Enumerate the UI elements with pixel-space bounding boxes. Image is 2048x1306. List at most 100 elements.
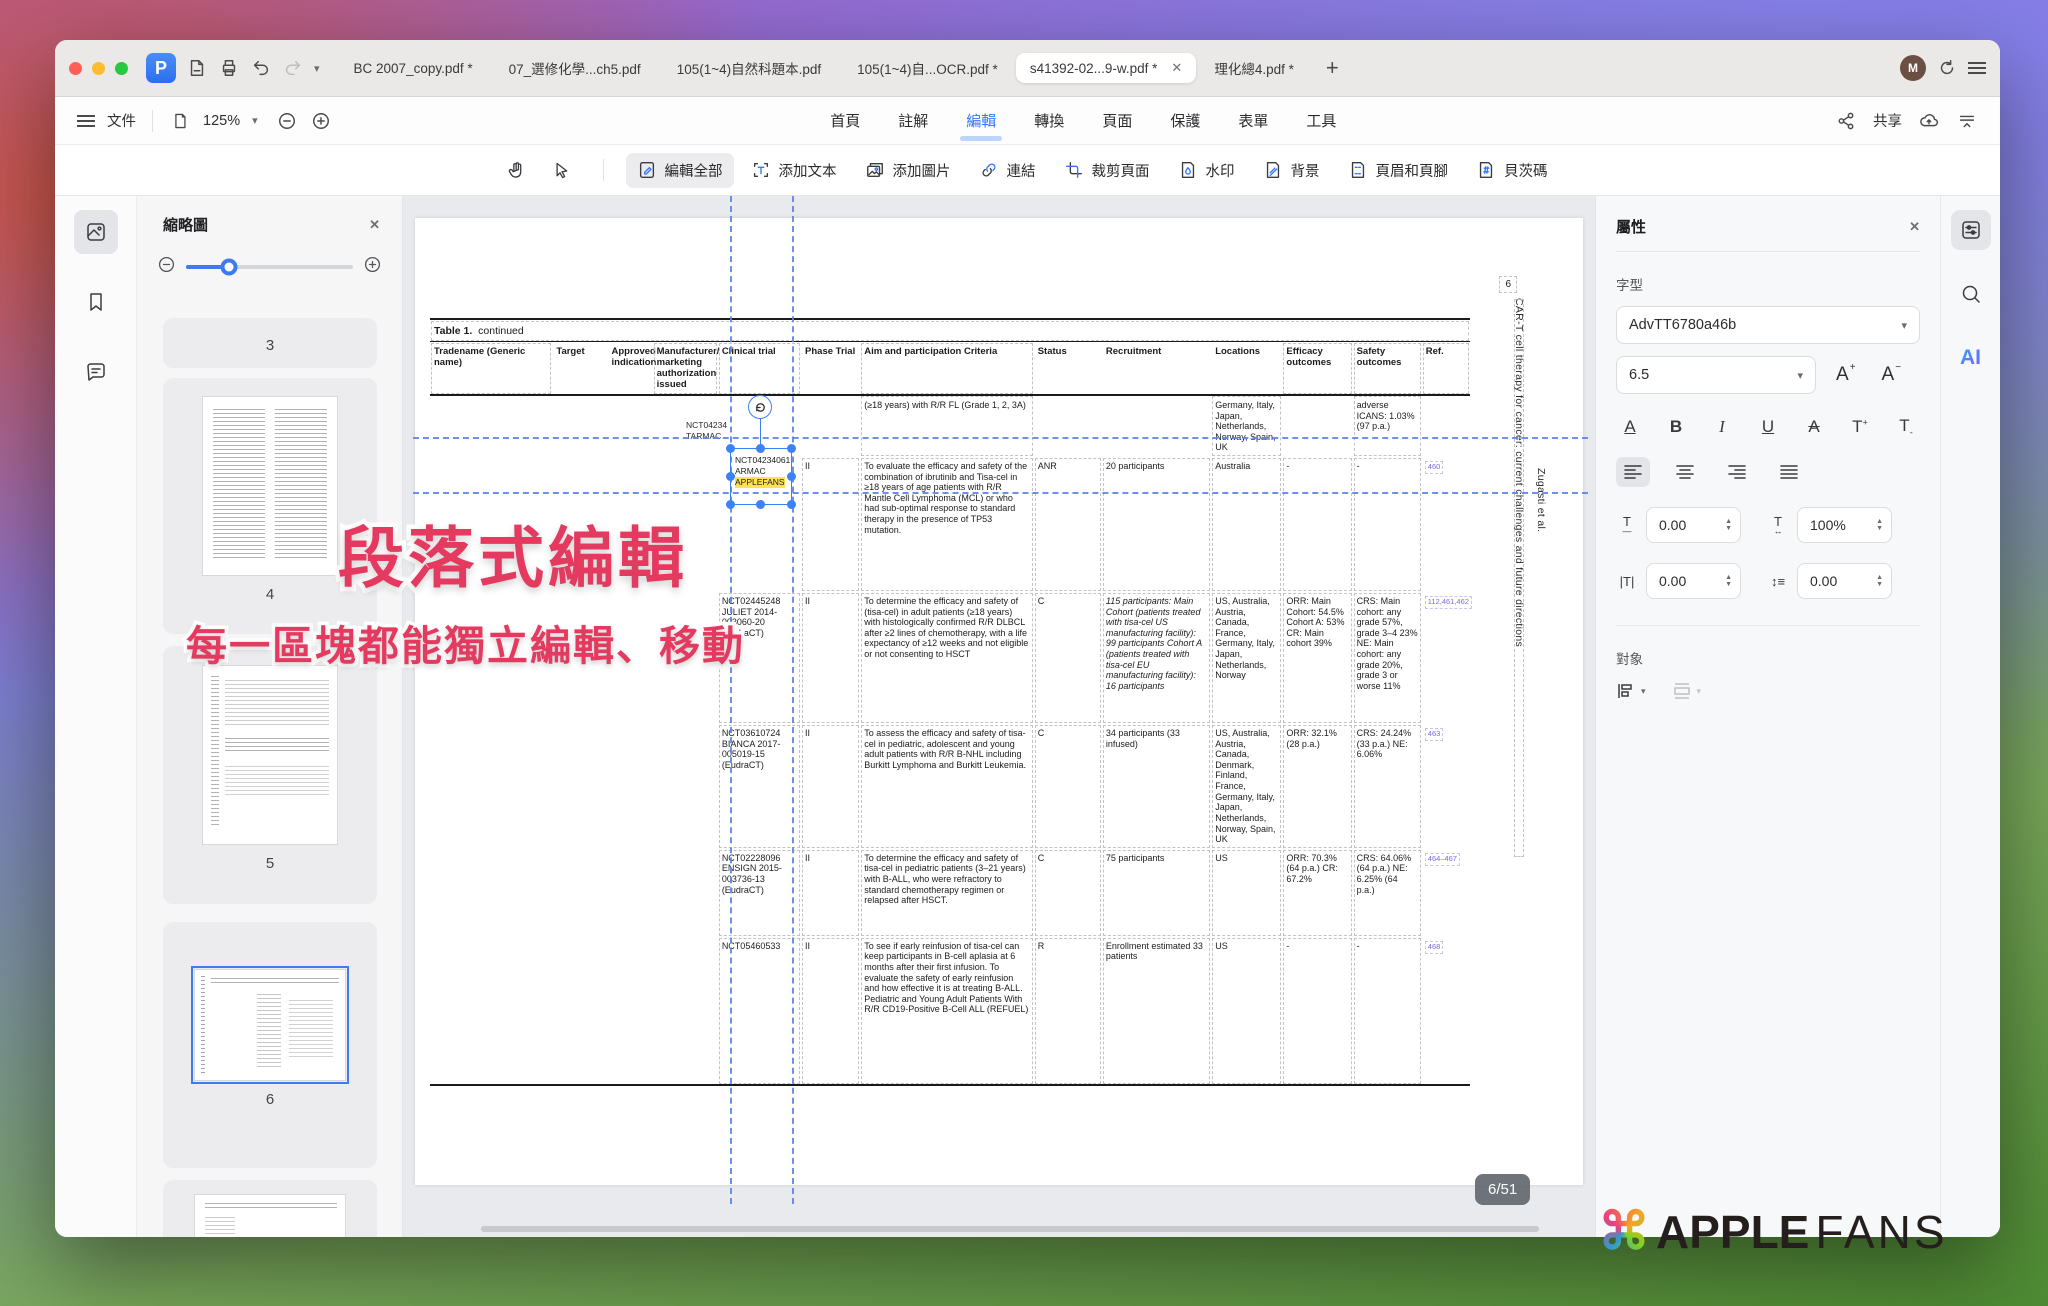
align-center-button[interactable] bbox=[1668, 457, 1702, 487]
watermark-button[interactable]: 水印 bbox=[1167, 153, 1246, 188]
background-button[interactable]: 背景 bbox=[1252, 153, 1331, 188]
tab-close-icon[interactable]: ✕ bbox=[1171, 60, 1182, 76]
share-icon[interactable] bbox=[1835, 110, 1857, 132]
horizontal-scale-input[interactable]: 100% ▲▼ bbox=[1797, 507, 1892, 543]
close-panel-icon[interactable]: ✕ bbox=[369, 217, 380, 233]
tab-document-1[interactable]: BC 2007_copy.pdf * bbox=[336, 53, 491, 84]
search-icon[interactable] bbox=[1951, 274, 1991, 314]
thumbnail-page-6[interactable]: 6 bbox=[163, 922, 377, 1168]
cloud-upload-icon[interactable] bbox=[1918, 110, 1940, 132]
tab-document-2[interactable]: 07_選修化學...ch5.pdf bbox=[491, 50, 659, 86]
crop-page-button[interactable]: 裁剪頁面 bbox=[1053, 153, 1161, 188]
properties-strip-icon[interactable] bbox=[1951, 210, 1991, 250]
selection-handle-w[interactable] bbox=[726, 472, 735, 481]
document-viewport[interactable]: 6 Table 1. continued bbox=[403, 196, 1595, 1237]
selection-handle-sw[interactable] bbox=[726, 500, 735, 509]
file-menu-label[interactable]: 文件 bbox=[107, 110, 136, 131]
select-tool-icon[interactable] bbox=[542, 153, 581, 188]
thumbnail-page-7[interactable] bbox=[163, 1180, 377, 1237]
selection-handle-e[interactable] bbox=[787, 472, 796, 481]
close-window-button[interactable] bbox=[69, 62, 82, 75]
tab-document-6[interactable]: 理化總4.pdf * bbox=[1196, 50, 1312, 86]
share-label[interactable]: 共享 bbox=[1873, 110, 1902, 131]
slider-knob[interactable] bbox=[221, 259, 238, 276]
zoom-out-icon[interactable] bbox=[276, 110, 298, 132]
file-menu-icon[interactable] bbox=[77, 115, 95, 127]
thumbnail-zoom-slider[interactable] bbox=[186, 265, 353, 269]
line-spacing-input[interactable]: 0.00 ▲▼ bbox=[1797, 563, 1892, 599]
table-row[interactable]: (≥18 years) with R/R FL (Grade 1, 2, 3A)… bbox=[430, 395, 1470, 457]
history-caret-icon[interactable]: ▾ bbox=[314, 62, 320, 75]
menu-convert[interactable]: 轉換 bbox=[1032, 104, 1066, 137]
word-spacing-input[interactable]: 0.00 ▲▼ bbox=[1646, 563, 1741, 599]
bold-button[interactable]: B bbox=[1664, 417, 1688, 437]
edit-all-button[interactable]: 編輯全部 bbox=[626, 153, 734, 188]
selection-handle-n[interactable] bbox=[756, 444, 765, 453]
thumb-zoom-out-icon[interactable] bbox=[157, 255, 176, 279]
menu-protect[interactable]: 保護 bbox=[1168, 104, 1202, 137]
horizontal-scrollbar[interactable] bbox=[481, 1226, 1539, 1232]
page-fit-icon[interactable] bbox=[169, 110, 191, 132]
annotations-panel-icon[interactable] bbox=[74, 350, 118, 394]
zoom-window-button[interactable] bbox=[115, 62, 128, 75]
table-row[interactable]: NCT05460533 II To see if early reinfusio… bbox=[430, 937, 1470, 1085]
menu-home[interactable]: 首頁 bbox=[828, 104, 862, 137]
add-image-button[interactable]: 添加圖片 bbox=[854, 153, 962, 188]
thumbnail-page-5[interactable]: 5 bbox=[163, 646, 377, 904]
align-justify-button[interactable] bbox=[1772, 457, 1806, 487]
thumbnails-panel-icon[interactable] bbox=[74, 210, 118, 254]
stepper-icon[interactable]: ▲▼ bbox=[1876, 574, 1883, 589]
thumbnail-page-3[interactable]: 3 bbox=[163, 318, 377, 368]
menu-form[interactable]: 表單 bbox=[1236, 104, 1270, 137]
main-menu-icon[interactable] bbox=[1968, 62, 1986, 74]
object-align-dropdown[interactable]: ▾ bbox=[1616, 682, 1646, 700]
decrease-font-size-button[interactable]: A− bbox=[1876, 364, 1908, 386]
zoom-level-value[interactable]: 125% bbox=[203, 113, 240, 129]
menu-edit[interactable]: 編輯 bbox=[964, 104, 998, 137]
stepper-icon[interactable]: ▲▼ bbox=[1725, 518, 1732, 533]
bates-number-button[interactable]: 貝茨碼 bbox=[1465, 153, 1559, 188]
save-icon[interactable] bbox=[186, 57, 208, 79]
close-properties-icon[interactable]: ✕ bbox=[1909, 219, 1920, 235]
collapse-toolbar-icon[interactable] bbox=[1956, 110, 1978, 132]
tab-document-active[interactable]: s41392-02...9-w.pdf * ✕ bbox=[1016, 53, 1197, 83]
minimize-window-button[interactable] bbox=[92, 62, 105, 75]
selection-handle-s[interactable] bbox=[756, 500, 765, 509]
new-tab-button[interactable]: + bbox=[1312, 55, 1353, 81]
thumb-zoom-in-icon[interactable] bbox=[363, 255, 382, 279]
menu-tools[interactable]: 工具 bbox=[1304, 104, 1338, 137]
align-left-button[interactable] bbox=[1616, 457, 1650, 487]
sync-icon[interactable] bbox=[1936, 57, 1958, 79]
table-row[interactable]: NCT02228096 ENSIGN 2015-003736-13 (Eudra… bbox=[430, 849, 1470, 937]
print-icon[interactable] bbox=[218, 57, 240, 79]
char-spacing-input[interactable]: 0.00 ▲▼ bbox=[1646, 507, 1741, 543]
tab-document-4[interactable]: 105(1~4)自...OCR.pdf * bbox=[839, 50, 1016, 86]
selected-text-block[interactable]: NCT04234061 ARMAC APPLEFANS bbox=[730, 448, 792, 505]
rotate-handle[interactable] bbox=[748, 395, 772, 419]
table-title[interactable]: Table 1. continued bbox=[430, 320, 1470, 342]
text-color-button[interactable]: A bbox=[1618, 417, 1642, 437]
menu-page[interactable]: 頁面 bbox=[1100, 104, 1134, 137]
article-running-title[interactable]: CAR-T cell therapy for cancer: current c… bbox=[1513, 298, 1525, 858]
stepper-icon[interactable]: ▲▼ bbox=[1725, 574, 1732, 589]
selection-handle-se[interactable] bbox=[787, 500, 796, 509]
italic-button[interactable]: I bbox=[1710, 417, 1734, 437]
increase-font-size-button[interactable]: A+ bbox=[1830, 364, 1862, 386]
header-footer-button[interactable]: 頁眉和頁腳 bbox=[1337, 153, 1460, 188]
article-authors[interactable]: Zugasti et al. bbox=[1535, 468, 1547, 588]
strikethrough-button[interactable]: A bbox=[1802, 417, 1826, 437]
redo-icon[interactable] bbox=[282, 57, 304, 79]
account-avatar[interactable]: M bbox=[1900, 55, 1926, 81]
zoom-in-icon[interactable] bbox=[310, 110, 332, 132]
ai-assistant-icon[interactable]: AI bbox=[1951, 338, 1991, 378]
stepper-icon[interactable]: ▲▼ bbox=[1876, 518, 1883, 533]
subscript-button[interactable]: T- bbox=[1894, 416, 1918, 437]
align-right-button[interactable] bbox=[1720, 457, 1754, 487]
hand-tool-icon[interactable] bbox=[497, 153, 536, 188]
add-text-button[interactable]: 添加文本 bbox=[740, 153, 848, 188]
table-row[interactable]: NCT03610724 BIANCA 2017-005019-15 (Eudra… bbox=[430, 724, 1470, 849]
undo-icon[interactable] bbox=[250, 57, 272, 79]
font-size-select[interactable]: 6.5 ▾ bbox=[1616, 356, 1816, 394]
object-distribute-dropdown[interactable]: ▾ bbox=[1672, 682, 1702, 700]
tab-document-3[interactable]: 105(1~4)自然科題本.pdf bbox=[659, 50, 839, 86]
